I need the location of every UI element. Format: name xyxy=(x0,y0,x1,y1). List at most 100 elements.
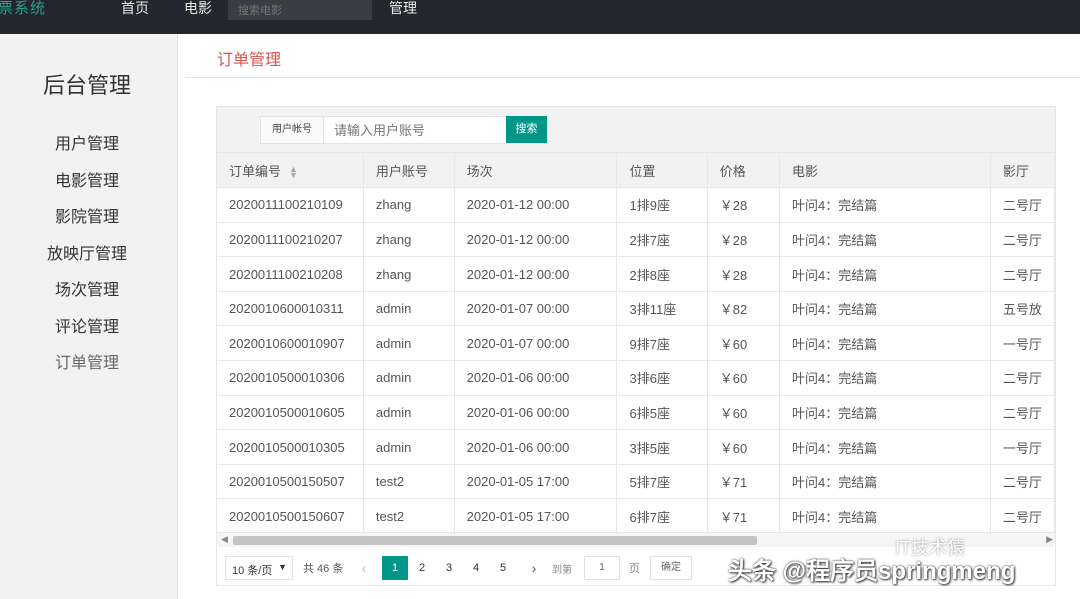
table-row[interactable]: 2020010600010907 admin 2020-01-07 00:00 9排7… xyxy=(217,325,1055,362)
table-row[interactable]: 2020010500150607 test2 2020-01-05 17:00 6排7… xyxy=(217,498,1055,535)
cell-session: 2020-01-12 00:00 xyxy=(454,256,618,292)
sidebar-item-halls[interactable]: 放映厅管理 xyxy=(0,240,174,264)
search-input[interactable] xyxy=(323,116,507,144)
page-button-3[interactable]: 3 xyxy=(436,556,462,580)
title-divider xyxy=(185,77,1080,78)
nav-home[interactable]: 首页 xyxy=(121,0,149,18)
cell-movie: 叶问4：完结篇 xyxy=(779,222,991,258)
cell-price: ￥28 xyxy=(707,187,781,223)
cell-order-id: 2020011100210109 xyxy=(217,187,364,223)
cell-seat: 2排7座 xyxy=(616,222,708,258)
goto-confirm-button[interactable]: 确定 xyxy=(650,556,692,580)
table-row[interactable]: 2020011100210208 zhang 2020-01-12 00:00 2排8… xyxy=(217,256,1055,292)
brand-logo[interactable]: 票系统 xyxy=(0,0,46,18)
cell-price: ￥71 xyxy=(707,498,781,535)
sidebar-item-orders[interactable]: 订单管理 xyxy=(0,349,174,373)
cell-user: zhang xyxy=(363,222,455,258)
table-row[interactable]: 2020010600010311 admin 2020-01-07 00:00 3排1… xyxy=(217,291,1055,327)
search-button[interactable]: 搜索 xyxy=(506,116,547,143)
cell-hall: 二号厅 xyxy=(990,187,1055,223)
cell-session: 2020-01-05 17:00 xyxy=(454,464,618,500)
table-row[interactable]: 2020011100210207 zhang 2020-01-12 00:00 2排7… xyxy=(217,222,1055,258)
cell-movie: 叶问4：完结篇 xyxy=(779,429,991,465)
cell-price: ￥60 xyxy=(707,360,781,396)
cell-order-id: 2020010600010907 xyxy=(217,325,364,362)
cell-seat: 6排5座 xyxy=(616,395,708,431)
table-row[interactable]: 2020011100210109 zhang 2020-01-12 00:00 1排9… xyxy=(217,187,1055,223)
cell-price: ￥82 xyxy=(707,291,781,327)
caret-down-icon: ▼ xyxy=(278,562,287,572)
table-row[interactable]: 2020010500010605 admin 2020-01-06 00:00 6排5… xyxy=(217,395,1055,431)
sidebar-item-cinemas[interactable]: 影院管理 xyxy=(0,203,174,227)
cell-order-id: 2020010500150607 xyxy=(217,498,364,535)
cell-order-id: 2020010500010605 xyxy=(217,395,364,431)
table-row[interactable]: 2020010500150507 test2 2020-01-05 17:00 5排7… xyxy=(217,464,1055,500)
cell-order-id: 2020010500010306 xyxy=(217,360,364,396)
admin-sidebar: 后台管理 用户管理 电影管理 影院管理 放映厅管理 场次管理 评论管理 订单管理 xyxy=(0,34,178,599)
nav-movies[interactable]: 电影 xyxy=(184,0,212,18)
nav-manage[interactable]: 管理 xyxy=(389,0,417,18)
page-button-4[interactable]: 4 xyxy=(463,556,489,580)
cell-movie: 叶问4：完结篇 xyxy=(779,187,991,223)
column-header-user: 用户账号 xyxy=(363,153,455,189)
page-unit-label: 页 xyxy=(629,563,640,575)
cell-user: test2 xyxy=(363,464,455,500)
column-header-order-id[interactable]: 订单编号 ▲ ▼ xyxy=(217,153,364,189)
cell-price: ￥60 xyxy=(707,395,781,431)
cell-movie: 叶问4：完结篇 xyxy=(779,291,991,327)
cell-hall: 二号厅 xyxy=(990,464,1055,500)
column-header-seat: 位置 xyxy=(616,153,708,189)
sidebar-item-sessions[interactable]: 场次管理 xyxy=(0,276,174,300)
cell-movie: 叶问4：完结篇 xyxy=(779,464,991,500)
table-row[interactable]: 2020010500010306 admin 2020-01-06 00:00 3排6… xyxy=(217,360,1055,396)
page-button-2[interactable]: 2 xyxy=(409,556,435,580)
goto-label: 到第 xyxy=(552,565,572,576)
cell-user: zhang xyxy=(363,187,455,223)
cell-seat: 6排7座 xyxy=(616,498,708,535)
cell-user: admin xyxy=(363,395,455,431)
cell-order-id: 2020010500150507 xyxy=(217,464,364,500)
cell-hall: 二号厅 xyxy=(990,256,1055,292)
page-button-1[interactable]: 1 xyxy=(382,556,408,580)
table-row[interactable]: 2020010500010305 admin 2020-01-06 00:00 3排5… xyxy=(217,429,1055,465)
cell-movie: 叶问4：完结篇 xyxy=(779,360,991,396)
next-page-icon[interactable]: › xyxy=(521,556,547,580)
page-button-5[interactable]: 5 xyxy=(490,556,516,580)
cell-seat: 3排5座 xyxy=(616,429,708,465)
cell-price: ￥60 xyxy=(707,325,781,362)
sort-icon[interactable]: ▲ ▼ xyxy=(289,165,298,180)
sidebar-item-comments[interactable]: 评论管理 xyxy=(0,313,174,337)
search-toolbar: 用户帐号 搜索 xyxy=(217,107,1055,153)
scrollbar-thumb[interactable] xyxy=(233,536,757,545)
goto-page-input[interactable]: 1 xyxy=(584,556,620,580)
cell-seat: 3排11座 xyxy=(616,291,708,327)
cell-order-id: 2020010500010305 xyxy=(217,429,364,465)
cell-session: 2020-01-07 00:00 xyxy=(454,325,618,362)
scroll-left-arrow-icon[interactable]: ◀ xyxy=(221,534,228,545)
column-header-price: 价格 xyxy=(707,153,781,189)
cell-user: admin xyxy=(363,429,455,465)
cell-hall: 一号厅 xyxy=(990,325,1055,362)
cell-hall: 一号厅 xyxy=(990,429,1055,465)
cell-movie: 叶问4：完结篇 xyxy=(779,256,991,292)
top-navbar: 票系统 首页 电影 管理 xyxy=(0,0,1080,34)
prev-page-icon[interactable]: ‹ xyxy=(351,556,377,580)
scroll-right-arrow-icon[interactable]: ▶ xyxy=(1046,534,1053,545)
cell-seat: 9排7座 xyxy=(616,325,708,362)
cell-order-id: 2020010600010311 xyxy=(217,291,364,327)
cell-hall: 五号放 xyxy=(990,291,1055,327)
page-size-select[interactable]: 10 条/页 ▼ xyxy=(225,556,293,580)
nav-search-input[interactable] xyxy=(228,0,372,20)
cell-hall: 二号厅 xyxy=(990,395,1055,431)
watermark-text: 头条 @程序员springmeng xyxy=(728,558,1016,585)
sidebar-item-movies[interactable]: 电影管理 xyxy=(0,167,174,191)
column-header-movie: 电影 xyxy=(779,153,991,189)
sidebar-item-users[interactable]: 用户管理 xyxy=(0,130,174,154)
cell-price: ￥28 xyxy=(707,222,781,258)
cell-session: 2020-01-06 00:00 xyxy=(454,360,618,396)
cell-session: 2020-01-06 00:00 xyxy=(454,395,618,431)
column-header-hall: 影厅 xyxy=(990,153,1055,189)
cell-price: ￥71 xyxy=(707,464,781,500)
search-label: 用户帐号 xyxy=(260,116,324,144)
cell-session: 2020-01-12 00:00 xyxy=(454,222,618,258)
